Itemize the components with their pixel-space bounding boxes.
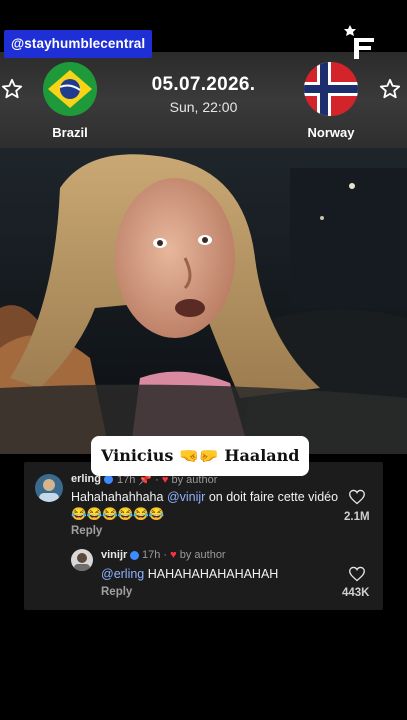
comment-username[interactable]: vinijr xyxy=(101,549,140,561)
match-date: 05.07.2026. xyxy=(151,74,256,95)
like-count: 443K xyxy=(342,587,370,599)
comments-card: erling 17h 📌 · ♥ by author Hahahahahhaha… xyxy=(24,462,383,610)
verified-icon xyxy=(130,550,140,560)
comment-meta: 17h · ♥ by author xyxy=(142,549,226,561)
like-count: 2.1M xyxy=(344,511,370,523)
video-frame[interactable] xyxy=(0,148,407,454)
video-still-image xyxy=(0,148,407,454)
heart-outline-icon[interactable] xyxy=(348,489,366,505)
match-time: Sun, 22:00 xyxy=(169,99,238,115)
heart-outline-icon[interactable] xyxy=(348,566,366,582)
comment-emojis: 😂😂😂😂😂😂 xyxy=(71,507,165,521)
comment-text: @erling HAHAHAHAHAHAHAH xyxy=(101,567,279,581)
reply-button[interactable]: Reply xyxy=(71,525,102,537)
away-team-name: Norway xyxy=(307,125,355,140)
account-handle: @stayhumblecentral xyxy=(4,30,153,58)
avatar[interactable] xyxy=(35,474,63,502)
mention-link[interactable]: @vinijr xyxy=(167,490,205,504)
avatar[interactable] xyxy=(71,549,93,571)
comment-text: Hahahahahhaha @vinijr on doit faire cett… xyxy=(71,490,339,504)
video-caption: Vinicius 🤜🤛 Haaland xyxy=(91,436,310,476)
heart-filled-icon: ♥ xyxy=(170,549,177,561)
brand-f-star-icon xyxy=(344,25,374,59)
reply-button[interactable]: Reply xyxy=(101,586,132,598)
home-team-name: Brazil xyxy=(52,125,88,140)
mention-link[interactable]: @erling xyxy=(101,567,144,581)
